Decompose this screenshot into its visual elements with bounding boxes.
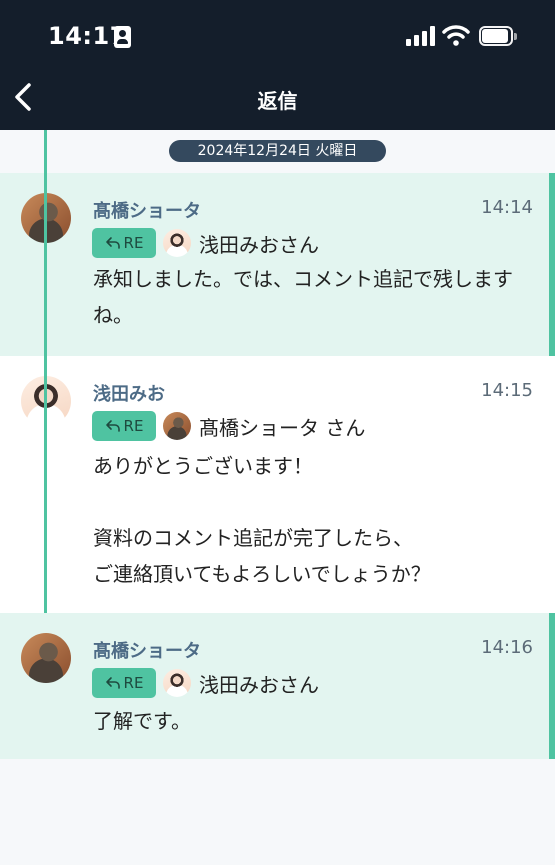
re-badge[interactable]: RE: [92, 228, 156, 258]
avatar[interactable]: [21, 633, 71, 683]
reply-to-name: 髙橋ショータ さん: [199, 415, 366, 440]
own-message-indicator: [549, 613, 555, 759]
re-label: RE: [123, 417, 144, 435]
re-badge[interactable]: RE: [92, 411, 156, 441]
sender-name[interactable]: 髙橋ショータ: [93, 197, 201, 223]
message-item[interactable]: 浅田みお 14:15 RE 髙橋ショータ さん ありがとうございます！ 資料のコ…: [0, 356, 555, 613]
battery-icon: [479, 26, 517, 46]
re-badge[interactable]: RE: [92, 668, 156, 698]
wifi-icon: [442, 24, 470, 46]
re-label: RE: [123, 234, 144, 252]
reply-reference[interactable]: RE 浅田みおさん: [92, 668, 319, 698]
message-text: 承知しました。では、コメント追記で残しますね。: [93, 267, 513, 327]
reply-arrow-icon: [105, 420, 120, 432]
re-label: RE: [123, 674, 144, 692]
signal-icon: [406, 26, 436, 46]
reply-avatar: [163, 229, 191, 257]
id-card-icon: [114, 26, 131, 48]
message-item[interactable]: 髙橋ショータ 14:16 RE 浅田みおさん 了解です。: [0, 613, 555, 759]
reply-avatar: [163, 412, 191, 440]
sender-name[interactable]: 髙橋ショータ: [93, 637, 201, 663]
sender-name[interactable]: 浅田みお: [93, 380, 165, 406]
top-bar: 14:17 返信: [0, 0, 555, 130]
message-time: 14:14: [481, 197, 533, 218]
page-title: 返信: [257, 89, 298, 113]
reply-to-name: 浅田みおさん: [199, 232, 319, 257]
reply-reference[interactable]: RE 浅田みおさん: [92, 228, 319, 258]
message-time: 14:16: [481, 637, 533, 658]
message-text: ありがとうございます！ 資料のコメント追記が完了したら、 ご連絡頂いてもよろしい…: [93, 454, 431, 586]
own-message-indicator: [549, 173, 555, 356]
thread-line: [44, 130, 47, 613]
message-text: 了解です。: [93, 709, 191, 733]
reply-to-name: 浅田みおさん: [199, 672, 319, 697]
reply-reference[interactable]: RE 髙橋ショータ さん: [92, 411, 365, 441]
reply-arrow-icon: [105, 237, 120, 249]
message-time: 14:15: [481, 380, 533, 401]
date-separator: 2024年12月24日 火曜日: [169, 140, 386, 162]
message-item[interactable]: 髙橋ショータ 14:14 RE 浅田みおさん 承知しました。では、コメント追記で…: [0, 173, 555, 356]
reply-avatar: [163, 669, 191, 697]
reply-arrow-icon: [105, 677, 120, 689]
